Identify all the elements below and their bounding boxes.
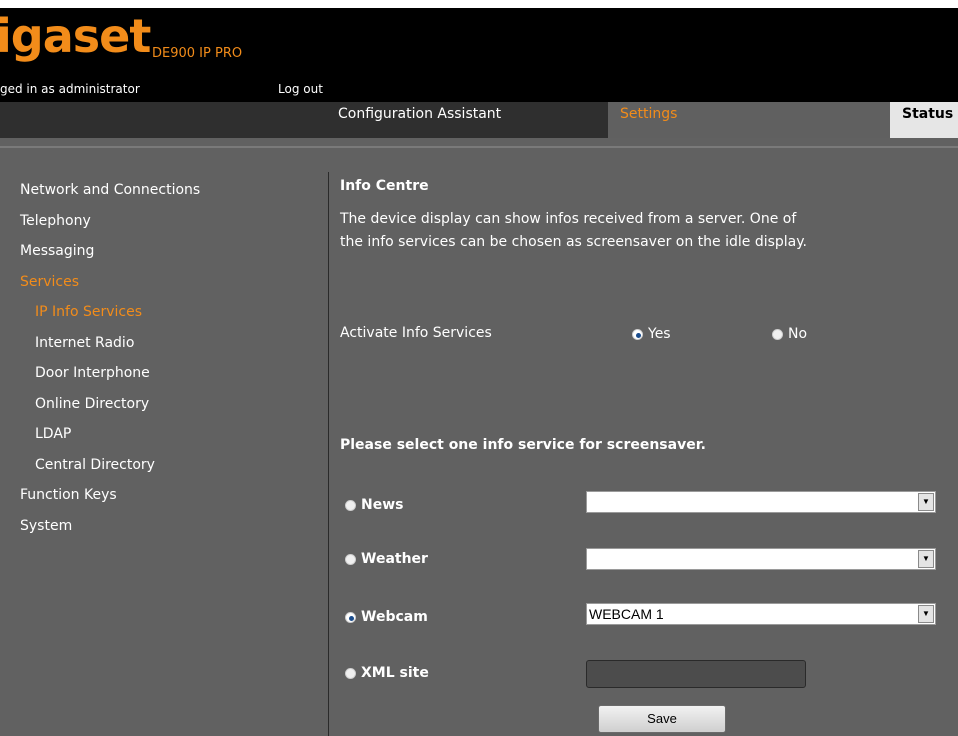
option-label: No	[788, 326, 808, 342]
sidebar-item-ip-info-services[interactable]: IP Info Services	[20, 302, 320, 333]
radio-unchecked-icon[interactable]	[345, 499, 356, 511]
news-select[interactable]: ▼	[586, 491, 936, 513]
activate-yes-option[interactable]: Yes	[632, 326, 671, 342]
service-label: Webcam	[361, 609, 428, 625]
service-weather-radio[interactable]: Weather	[345, 551, 428, 567]
webcam-select[interactable]: WEBCAM 1 ▼	[586, 603, 936, 625]
sidebar-item-network-and-connections[interactable]: Network and Connections	[20, 180, 320, 211]
sidebar-item-online-directory[interactable]: Online Directory	[20, 394, 320, 425]
tab-settings[interactable]: Settings	[608, 102, 890, 138]
screensaver-section-title: Please select one info service for scree…	[340, 437, 706, 453]
sidebar-item-internet-radio[interactable]: Internet Radio	[20, 333, 320, 364]
page: igaset DE900 IP PRO ged in as administra…	[0, 0, 958, 736]
tab-configuration-assistant[interactable]: Configuration Assistant	[338, 102, 608, 138]
dropdown-arrow-icon[interactable]: ▼	[918, 493, 934, 511]
radio-unchecked-icon[interactable]	[345, 667, 356, 679]
sidebar-item-services[interactable]: Services	[20, 272, 320, 303]
service-webcam-radio[interactable]: Webcam	[345, 609, 428, 625]
device-model: DE900 IP PRO	[152, 46, 243, 61]
sidebar-divider	[328, 172, 329, 736]
xml-site-input[interactable]	[586, 660, 806, 688]
gigaset-logo: igaset	[0, 9, 151, 63]
logout-link[interactable]: Log out	[278, 82, 323, 96]
login-status: ged in as administrator	[0, 82, 140, 96]
option-label: Yes	[648, 326, 671, 342]
service-label: Weather	[361, 551, 428, 567]
service-news-radio[interactable]: News	[345, 497, 403, 513]
radio-unchecked-icon[interactable]	[345, 553, 356, 565]
sidebar-item-door-interphone[interactable]: Door Interphone	[20, 363, 320, 394]
divider	[0, 146, 958, 148]
weather-select[interactable]: ▼	[586, 548, 936, 570]
radio-checked-icon[interactable]	[345, 611, 356, 623]
tab-bar: Configuration Assistant Settings Status	[0, 102, 958, 138]
sidebar-nav: Network and Connections Telephony Messag…	[20, 180, 320, 546]
main-area: Network and Connections Telephony Messag…	[0, 138, 958, 736]
service-label: XML site	[361, 665, 429, 681]
save-button[interactable]: Save	[598, 705, 726, 733]
activate-no-option[interactable]: No	[772, 326, 807, 342]
radio-checked-icon[interactable]	[632, 328, 643, 340]
activate-info-services-label: Activate Info Services	[340, 325, 492, 341]
page-description: The device display can show infos receiv…	[340, 211, 807, 250]
service-xml-site-radio[interactable]: XML site	[345, 665, 429, 681]
sidebar-item-central-directory[interactable]: Central Directory	[20, 455, 320, 486]
tab-status[interactable]: Status	[890, 102, 958, 138]
select-value: WEBCAM 1	[589, 606, 664, 622]
sidebar-item-messaging[interactable]: Messaging	[20, 241, 320, 272]
page-title: Info Centre	[340, 178, 429, 194]
dropdown-arrow-icon[interactable]: ▼	[918, 605, 934, 623]
sidebar-item-system[interactable]: System	[20, 516, 320, 547]
radio-unchecked-icon[interactable]	[772, 328, 783, 340]
sidebar-item-function-keys[interactable]: Function Keys	[20, 485, 320, 516]
service-label: News	[361, 497, 404, 513]
dropdown-arrow-icon[interactable]: ▼	[918, 550, 934, 568]
sidebar-item-ldap[interactable]: LDAP	[20, 424, 320, 455]
header: igaset DE900 IP PRO ged in as administra…	[0, 8, 958, 102]
sidebar-item-telephony[interactable]: Telephony	[20, 211, 320, 242]
